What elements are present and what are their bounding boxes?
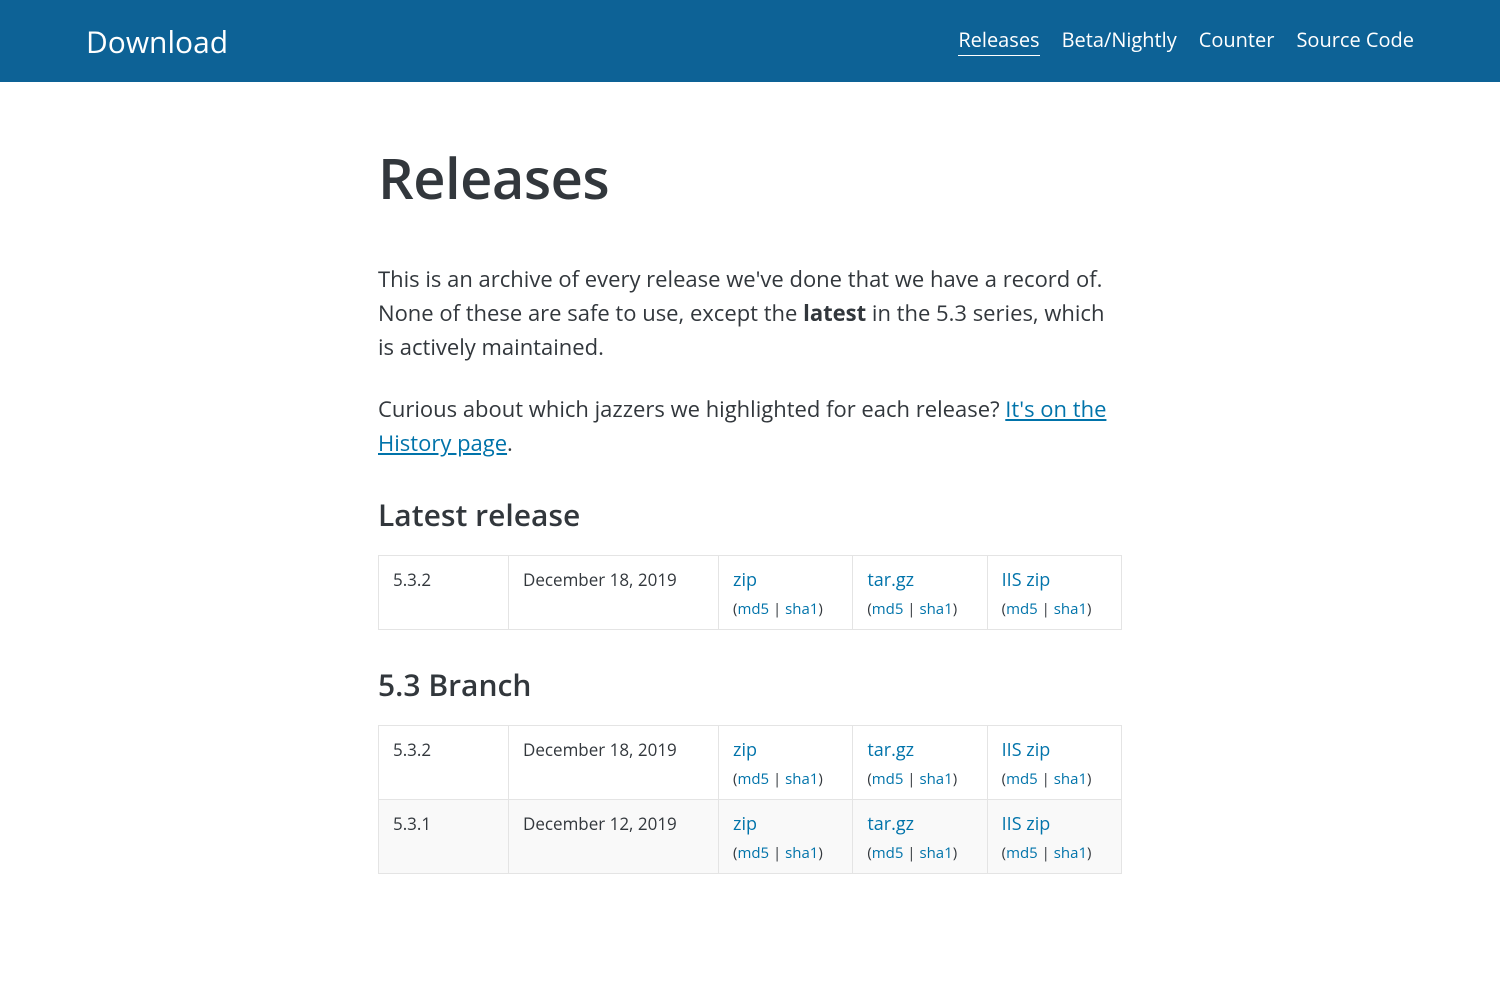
download-link-iiszip[interactable]: IIS zip: [1002, 812, 1051, 836]
download-link-zip[interactable]: zip: [733, 738, 757, 762]
sha1-link[interactable]: sha1: [919, 599, 952, 619]
sha1-link[interactable]: sha1: [919, 769, 952, 789]
download-link-zip[interactable]: zip: [733, 812, 757, 836]
curious-prefix: Curious about which jazzers we highlight…: [378, 394, 1005, 424]
header-nav: Releases Beta/Nightly Counter Source Code: [958, 26, 1414, 56]
download-link-zip[interactable]: zip: [733, 568, 757, 592]
sha1-link[interactable]: sha1: [1054, 599, 1087, 619]
page-title: Releases: [378, 140, 1122, 216]
intro-block: This is an archive of every release we'v…: [378, 262, 1122, 460]
md5-link[interactable]: md5: [872, 599, 904, 619]
md5-link[interactable]: md5: [1006, 599, 1038, 619]
md5-link[interactable]: md5: [737, 769, 769, 789]
intro-paragraph-1: This is an archive of every release we'v…: [378, 262, 1122, 364]
hash-links: (md5 | sha1): [1002, 599, 1092, 619]
table-row: 5.3.2December 18, 2019zip(md5 | sha1)tar…: [379, 556, 1122, 630]
sha1-link[interactable]: sha1: [1054, 843, 1087, 863]
main-content: Releases This is an archive of every rel…: [378, 82, 1122, 914]
hash-links: (md5 | sha1): [733, 599, 823, 619]
header-title: Download: [86, 21, 228, 62]
hash-links: (md5 | sha1): [867, 843, 957, 863]
download-cell-zip: zip (md5 | sha1): [719, 556, 853, 630]
download-cell-targz: tar.gz (md5 | sha1): [853, 800, 987, 874]
version-cell: 5.3.2: [379, 556, 509, 630]
download-cell-zip: zip (md5 | sha1): [719, 800, 853, 874]
releases-table: 5.3.2December 18, 2019zip(md5 | sha1)tar…: [378, 555, 1122, 630]
releases-table: 5.3.2December 18, 2019zip(md5 | sha1)tar…: [378, 725, 1122, 874]
version-cell: 5.3.2: [379, 726, 509, 800]
hash-links: (md5 | sha1): [733, 769, 823, 789]
intro-bold: latest: [803, 298, 866, 328]
table-row: 5.3.2December 18, 2019zip(md5 | sha1)tar…: [379, 726, 1122, 800]
download-link-iiszip[interactable]: IIS zip: [1002, 738, 1051, 762]
download-cell-iiszip: IIS zip (md5 | sha1): [987, 556, 1121, 630]
sha1-link[interactable]: sha1: [785, 599, 818, 619]
nav-link-source-code[interactable]: Source Code: [1296, 26, 1414, 56]
curious-suffix: .: [507, 428, 513, 458]
table-row: 5.3.1December 12, 2019zip(md5 | sha1)tar…: [379, 800, 1122, 874]
hash-links: (md5 | sha1): [733, 843, 823, 863]
download-link-targz[interactable]: tar.gz: [867, 568, 914, 592]
md5-link[interactable]: md5: [1006, 843, 1038, 863]
download-link-targz[interactable]: tar.gz: [867, 812, 914, 836]
md5-link[interactable]: md5: [737, 843, 769, 863]
hash-links: (md5 | sha1): [1002, 769, 1092, 789]
section-title: 5.3 Branch: [378, 664, 1122, 705]
nav-link-counter[interactable]: Counter: [1199, 26, 1275, 56]
nav-link-beta-nightly[interactable]: Beta/Nightly: [1062, 26, 1177, 56]
hash-links: (md5 | sha1): [867, 769, 957, 789]
hash-links: (md5 | sha1): [1002, 843, 1092, 863]
sha1-link[interactable]: sha1: [785, 843, 818, 863]
date-cell: December 18, 2019: [509, 726, 719, 800]
md5-link[interactable]: md5: [737, 599, 769, 619]
version-cell: 5.3.1: [379, 800, 509, 874]
download-cell-targz: tar.gz (md5 | sha1): [853, 726, 987, 800]
hash-links: (md5 | sha1): [867, 599, 957, 619]
download-link-targz[interactable]: tar.gz: [867, 738, 914, 762]
date-cell: December 18, 2019: [509, 556, 719, 630]
date-cell: December 12, 2019: [509, 800, 719, 874]
intro-paragraph-2: Curious about which jazzers we highlight…: [378, 392, 1122, 460]
download-cell-iiszip: IIS zip (md5 | sha1): [987, 800, 1121, 874]
section-title: Latest release: [378, 494, 1122, 535]
header-bar: Download Releases Beta/Nightly Counter Sour…: [0, 0, 1500, 82]
sha1-link[interactable]: sha1: [785, 769, 818, 789]
download-link-iiszip[interactable]: IIS zip: [1002, 568, 1051, 592]
download-cell-targz: tar.gz (md5 | sha1): [853, 556, 987, 630]
sha1-link[interactable]: sha1: [1054, 769, 1087, 789]
download-cell-iiszip: IIS zip (md5 | sha1): [987, 726, 1121, 800]
md5-link[interactable]: md5: [1006, 769, 1038, 789]
md5-link[interactable]: md5: [872, 843, 904, 863]
sha1-link[interactable]: sha1: [919, 843, 952, 863]
nav-link-releases[interactable]: Releases: [958, 26, 1039, 56]
download-cell-zip: zip (md5 | sha1): [719, 726, 853, 800]
md5-link[interactable]: md5: [872, 769, 904, 789]
